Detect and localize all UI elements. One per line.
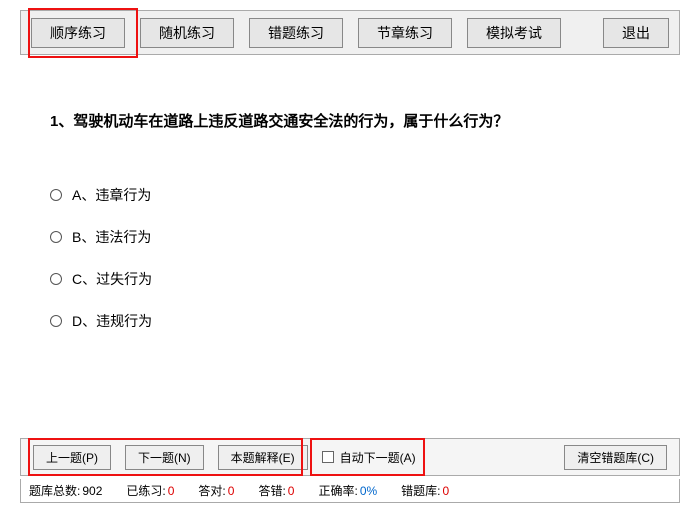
tab-bar: 顺序练习 随机练习 错题练习 节章练习 模拟考试 退出: [20, 10, 680, 55]
option-a[interactable]: A、违章行为: [50, 185, 152, 205]
radio-icon: [50, 315, 62, 327]
done-value: 0: [168, 484, 175, 498]
total-label: 题库总数:: [29, 482, 80, 499]
total-value: 902: [82, 484, 102, 498]
app-window: 顺序练习 随机练习 错题练习 节章练习 模拟考试 退出 1、驾驶机动车在道路上违…: [0, 0, 700, 522]
right-value: 0: [228, 484, 235, 498]
option-c-label: C、过失行为: [72, 269, 152, 289]
rate-value: 0%: [360, 484, 377, 498]
options-list: A、违章行为 B、违法行为 C、过失行为 D、违规行为: [50, 185, 152, 353]
tab-chapter[interactable]: 节章练习: [358, 18, 452, 48]
radio-icon: [50, 189, 62, 201]
option-b-label: B、违法行为: [72, 227, 151, 247]
wrong-label: 答错:: [258, 482, 285, 499]
option-d[interactable]: D、违规行为: [50, 311, 152, 331]
action-bar: 上一题(P) 下一题(N) 本题解释(E) 自动下一题(A) 清空错题库(C): [20, 438, 680, 476]
auto-next-checkbox[interactable]: 自动下一题(A): [322, 449, 416, 466]
question-text: 1、驾驶机动车在道路上违反道路交通安全法的行为，属于什么行为？: [50, 110, 508, 131]
prev-button[interactable]: 上一题(P): [33, 445, 111, 470]
explain-button[interactable]: 本题解释(E): [218, 445, 308, 470]
option-d-label: D、违规行为: [72, 311, 152, 331]
tab-exit[interactable]: 退出: [603, 18, 669, 48]
tab-wrong[interactable]: 错题练习: [249, 18, 343, 48]
tab-sequential[interactable]: 顺序练习: [31, 18, 125, 48]
wrong-value: 0: [288, 484, 295, 498]
option-b[interactable]: B、违法行为: [50, 227, 152, 247]
rate-label: 正确率:: [318, 482, 357, 499]
tab-mock[interactable]: 模拟考试: [467, 18, 561, 48]
radio-icon: [50, 231, 62, 243]
clear-wrong-button[interactable]: 清空错题库(C): [564, 445, 667, 470]
option-c[interactable]: C、过失行为: [50, 269, 152, 289]
done-label: 已练习:: [126, 482, 165, 499]
radio-icon: [50, 273, 62, 285]
checkbox-icon: [322, 451, 334, 463]
next-button[interactable]: 下一题(N): [125, 445, 204, 470]
stats-bar: 题库总数: 902 已练习: 0 答对: 0 答错: 0 正确率: 0% 错题库…: [20, 479, 680, 503]
wronglib-value: 0: [443, 484, 450, 498]
option-a-label: A、违章行为: [72, 185, 151, 205]
auto-next-label: 自动下一题(A): [340, 449, 416, 466]
right-label: 答对:: [198, 482, 225, 499]
tab-random[interactable]: 随机练习: [140, 18, 234, 48]
wronglib-label: 错题库:: [401, 482, 440, 499]
